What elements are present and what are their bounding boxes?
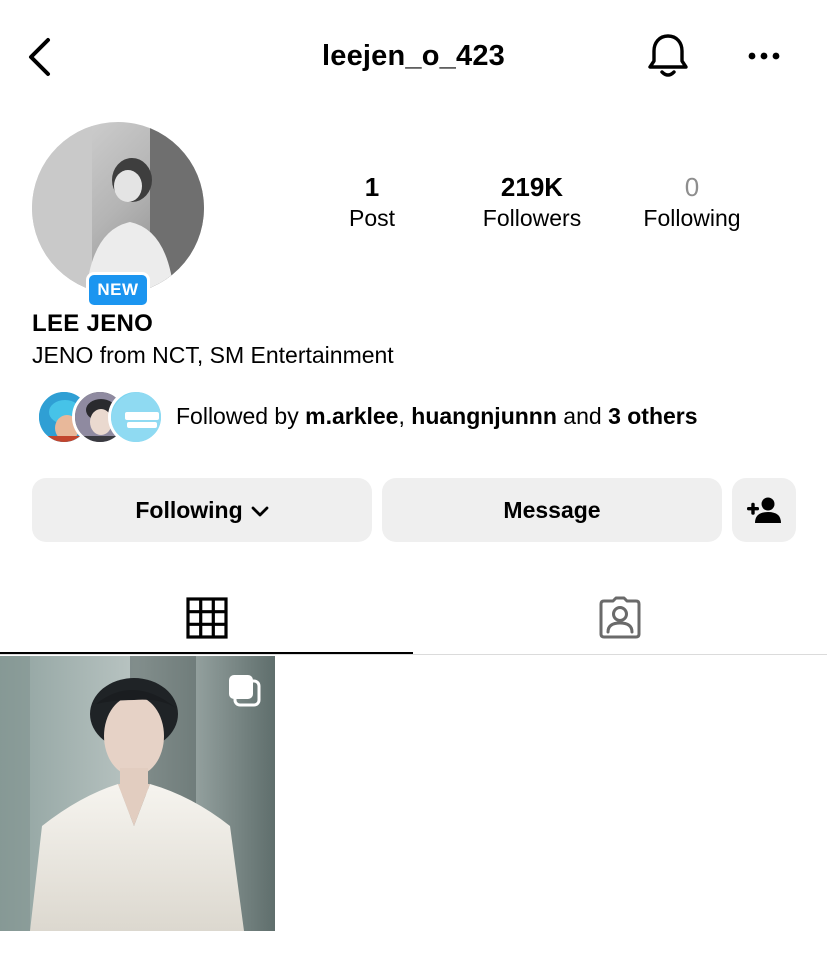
following-button[interactable]: Following <box>32 478 372 542</box>
add-person-icon <box>747 497 781 523</box>
followers-label: Followers <box>482 205 582 231</box>
notifications-button[interactable] <box>644 32 692 80</box>
followed-by-middle: and <box>556 403 609 429</box>
page-title: leejen_o_423 <box>322 40 505 72</box>
more-horizontal-icon <box>748 52 780 60</box>
following-stat[interactable]: 0 Following <box>628 172 756 234</box>
posts-label: Post <box>348 205 396 231</box>
posts-count: 1 <box>364 172 380 202</box>
followers-count: 219K <box>500 172 564 202</box>
tab-posts-grid[interactable] <box>0 582 413 654</box>
others-link[interactable]: 3 others <box>608 403 697 429</box>
more-options-button[interactable] <box>744 42 784 70</box>
chevron-down-icon <box>251 497 269 524</box>
profile-avatar[interactable] <box>32 122 204 294</box>
mutual-user-link[interactable]: huangnjunnn <box>411 403 557 429</box>
active-tab-indicator <box>0 652 413 654</box>
mutual-user-link[interactable]: m.arklee <box>305 403 398 429</box>
followed-by-separator: , <box>398 403 412 429</box>
bio-text: JENO from NCT, SM Entertainment <box>32 342 394 368</box>
display-name: LEE JENO <box>32 310 154 337</box>
mutual-avatar <box>108 389 164 445</box>
suggested-users-button[interactable] <box>732 478 796 542</box>
followed-by-prefix: Followed by <box>176 403 306 429</box>
multiple-photos-icon <box>226 672 262 708</box>
mutual-followers-avatars[interactable] <box>36 388 164 446</box>
tab-divider <box>0 654 827 655</box>
message-button[interactable]: Message <box>382 478 722 542</box>
tab-tagged[interactable] <box>413 582 827 654</box>
posts-stat[interactable]: 1 Post <box>312 172 432 234</box>
following-count: 0 <box>684 172 700 202</box>
following-button-label: Following <box>135 496 243 523</box>
following-label: Following <box>643 205 741 231</box>
new-badge: NEW <box>86 272 150 308</box>
grid-icon <box>185 597 228 639</box>
message-button-label: Message <box>503 496 601 523</box>
followers-stat[interactable]: 219K Followers <box>462 172 602 234</box>
followed-by-text[interactable]: Followed by m.arklee, huangnjunnn and 3 … <box>176 403 698 430</box>
tagged-person-icon <box>599 596 641 639</box>
bell-icon <box>648 34 688 77</box>
